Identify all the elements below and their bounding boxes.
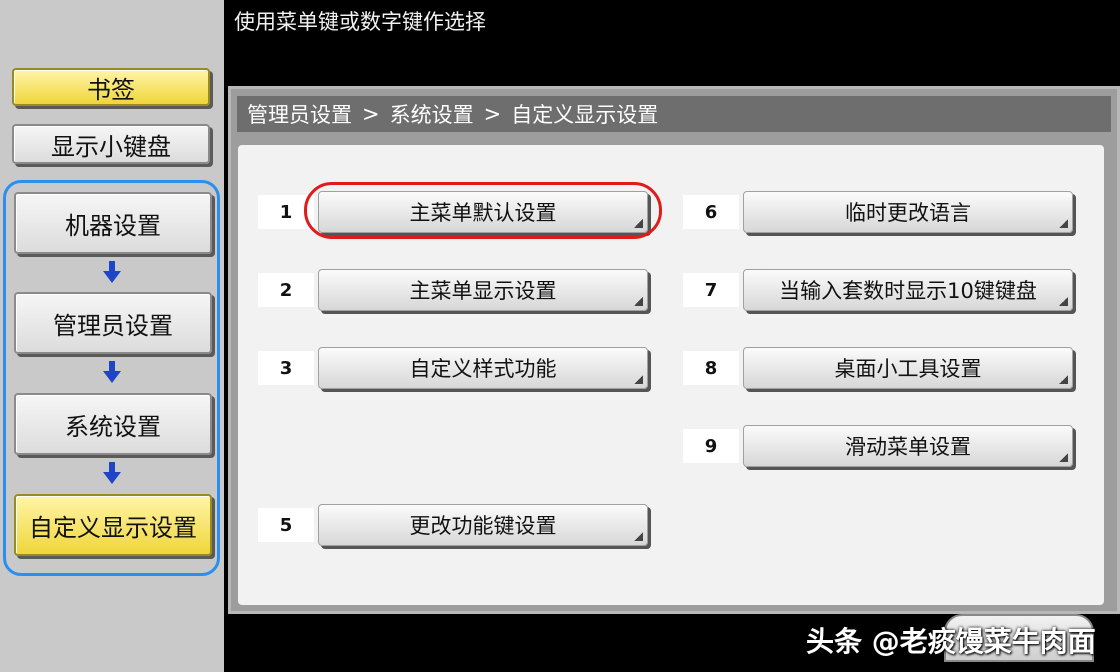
bookmark-button[interactable]: 书签: [12, 68, 210, 106]
option-label: 滑动菜单设置: [845, 435, 971, 459]
breadcrumb-item-admin[interactable]: 管理员设置: [247, 99, 352, 129]
breadcrumb-item-system[interactable]: 系统设置: [390, 99, 474, 129]
corner-triangle-icon: [1059, 219, 1068, 228]
corner-triangle-icon: [1059, 297, 1068, 306]
show-keypad-button[interactable]: 显示小键盘: [12, 124, 210, 164]
corner-triangle-icon: [634, 297, 643, 306]
sidebar: 书签 显示小键盘 机器设置 管理员设置 系统设置 自定义显示设置: [0, 0, 224, 672]
corner-triangle-icon: [634, 532, 643, 541]
option-number: 6: [683, 195, 739, 229]
option-number: 3: [258, 351, 314, 385]
option-temp-language-button[interactable]: 临时更改语言: [743, 191, 1073, 233]
option-slide-menu-button[interactable]: 滑动菜单设置: [743, 425, 1073, 467]
option-label: 更改功能键设置: [409, 514, 557, 538]
option-label: 主菜单显示设置: [409, 279, 557, 303]
option-label: 桌面小工具设置: [834, 357, 982, 381]
option-10key-keypad-button[interactable]: 当输入套数时显示10键键盘: [743, 269, 1073, 311]
breadcrumb-separator: >: [362, 102, 380, 126]
corner-triangle-icon: [1059, 453, 1068, 462]
option-number: 5: [258, 508, 314, 542]
option-number: 2: [258, 273, 314, 307]
corner-triangle-icon: [1059, 375, 1068, 384]
nav-system-settings-button[interactable]: 系统设置: [14, 393, 212, 455]
highlight-annotation: [304, 182, 662, 239]
option-function-key-button[interactable]: 更改功能键设置: [318, 504, 648, 546]
option-number: 8: [683, 351, 739, 385]
down-arrow-icon: [103, 261, 121, 283]
breadcrumb: 管理员设置 > 系统设置 > 自定义显示设置: [237, 96, 1111, 132]
option-desktop-widget-button[interactable]: 桌面小工具设置: [743, 347, 1073, 389]
option-main-menu-display-button[interactable]: 主菜单显示设置: [318, 269, 648, 311]
option-number: 7: [683, 273, 739, 307]
watermark: 头条 @老痰馒菜牛肉面: [806, 625, 1096, 658]
option-number: 9: [683, 429, 739, 463]
corner-triangle-icon: [634, 375, 643, 384]
option-custom-style-button[interactable]: 自定义样式功能: [318, 347, 648, 389]
nav-machine-settings-button[interactable]: 机器设置: [14, 192, 212, 254]
nav-admin-settings-button[interactable]: 管理员设置: [14, 292, 212, 354]
nav-custom-display-settings-button[interactable]: 自定义显示设置: [14, 494, 212, 556]
down-arrow-icon: [103, 361, 121, 383]
breadcrumb-item-custom-display: 自定义显示设置: [511, 103, 659, 127]
down-arrow-icon: [103, 462, 121, 484]
breadcrumb-separator: >: [483, 102, 502, 126]
instruction-text: 使用菜单键或数字键作选择: [234, 10, 486, 34]
option-label: 临时更改语言: [845, 201, 971, 225]
option-label: 当输入套数时显示10键键盘: [779, 279, 1037, 303]
option-label: 自定义样式功能: [409, 357, 557, 381]
